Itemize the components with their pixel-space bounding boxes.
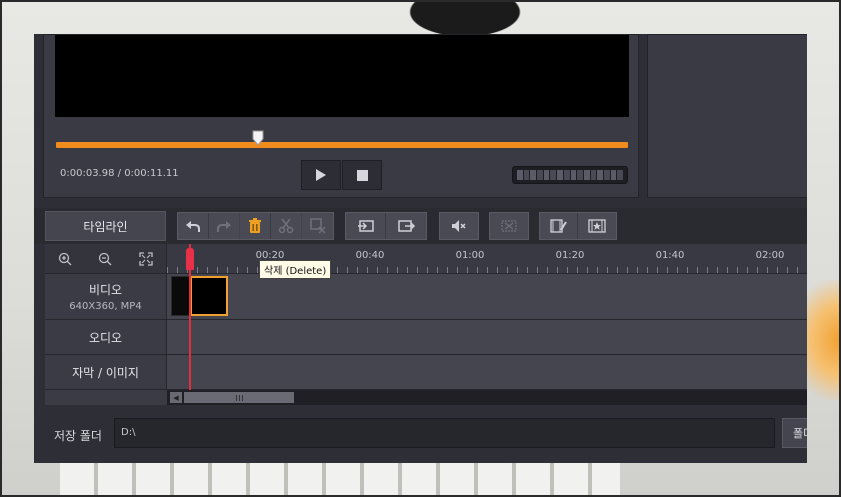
track-label-subtitle: 자막 / 이미지 [45, 355, 167, 390]
mute-button-group [439, 212, 479, 240]
redo-button[interactable] [209, 213, 240, 239]
delete-button[interactable] [240, 213, 271, 239]
trim-start-button[interactable] [346, 213, 386, 239]
effect-button-group [489, 212, 529, 240]
preview-panel: 0:00:03.98 / 0:00:11.11 [43, 34, 639, 198]
stop-button[interactable] [342, 160, 382, 190]
film-edit-icon [549, 219, 567, 233]
timeline-toolbar: 타임라인 [34, 208, 807, 244]
fit-to-window-icon[interactable] [139, 251, 153, 266]
time-display: 0:00:03.98 / 0:00:11.11 [60, 168, 179, 179]
trim-start-icon [357, 220, 374, 232]
ruler-label: 00:40 [355, 250, 385, 261]
ruler-label: 01:40 [655, 250, 685, 261]
volume-meter[interactable] [512, 166, 628, 184]
tab-timeline[interactable]: 타임라인 [45, 211, 166, 241]
video-clip[interactable] [171, 276, 190, 316]
timeline-panel: 00:20 00:40 01:00 01:20 01:40 02:00 비디오 … [45, 244, 807, 405]
scissors-icon [278, 218, 294, 234]
track-label-video: 비디오 640X360, MP4 [45, 274, 167, 320]
trash-icon [249, 218, 261, 233]
undo-icon [186, 221, 200, 232]
mute-icon [452, 220, 466, 232]
favorite-clip-button[interactable] [578, 213, 616, 239]
clip-button-group [539, 212, 617, 240]
seek-bar[interactable] [56, 142, 628, 148]
scrollbar-thumb[interactable] [184, 392, 294, 403]
remove-split-button[interactable] [302, 213, 333, 239]
edit-button-group [177, 212, 334, 240]
video-track-info: 640X360, MP4 [69, 301, 142, 312]
play-icon [316, 169, 326, 181]
subtitle-track-name: 자막 / 이미지 [72, 365, 139, 380]
ruler-label: 01:20 [555, 250, 585, 261]
trim-button-group [345, 212, 427, 240]
subtitle-track-lane[interactable] [167, 355, 807, 390]
browse-folder-button[interactable]: 폴더 [782, 418, 807, 448]
zoom-out-icon[interactable] [98, 252, 112, 266]
split-effect-button[interactable] [490, 213, 528, 239]
film-star-icon [588, 219, 606, 233]
video-clip-selected[interactable] [190, 276, 228, 316]
split-icon [501, 220, 517, 232]
background-keyboard [60, 458, 620, 497]
trim-end-icon [398, 220, 416, 232]
cut-button[interactable] [271, 213, 302, 239]
seek-thumb[interactable] [252, 130, 264, 146]
save-folder-path-field[interactable]: D:\ [114, 418, 775, 448]
ruler-label: 01:00 [455, 250, 485, 261]
delete-tooltip: 삭제 (Delete) [259, 260, 332, 279]
playhead-handle[interactable] [186, 248, 194, 270]
scroll-left-arrow-icon[interactable]: ◀ [170, 392, 182, 403]
track-label-audio: 오디오 [45, 320, 167, 355]
total-time: 0:00:11.11 [124, 168, 179, 179]
video-track-name: 비디오 [88, 283, 123, 297]
zoom-controls [45, 244, 167, 274]
audio-track-lane[interactable] [167, 320, 807, 355]
timeline-horizontal-scrollbar[interactable]: ◀ [167, 390, 807, 405]
stop-icon [356, 169, 368, 181]
video-track-lane[interactable] [167, 274, 807, 320]
time-separator: / [114, 168, 125, 179]
audio-track-name: 오디오 [88, 330, 123, 345]
current-time: 0:00:03.98 [60, 168, 115, 179]
play-button[interactable] [301, 160, 341, 190]
crop-remove-icon [309, 218, 326, 234]
mute-button[interactable] [440, 213, 478, 239]
redo-icon [217, 221, 231, 232]
edit-clip-button[interactable] [540, 213, 578, 239]
properties-panel [647, 34, 807, 198]
ruler-label: 02:00 [755, 250, 785, 261]
undo-button[interactable] [178, 213, 209, 239]
video-editor-window: 0:00:03.98 / 0:00:11.11 타임라인 00:20 00:40… [34, 34, 807, 463]
video-preview-screen [55, 35, 629, 117]
trim-end-button[interactable] [386, 213, 426, 239]
save-folder-label: 저장 폴더 [54, 429, 102, 443]
zoom-in-icon[interactable] [58, 252, 72, 266]
